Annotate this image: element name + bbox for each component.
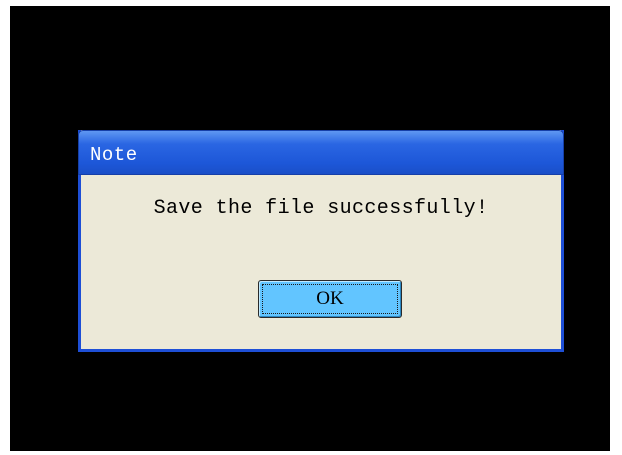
dialog-message: Save the file successfully!	[153, 197, 489, 220]
dialog-title: Note	[90, 144, 138, 166]
screen-background: Note Save the file successfully! OK	[10, 6, 610, 451]
ok-button[interactable]: OK	[258, 280, 402, 318]
note-dialog: Note Save the file successfully! OK	[78, 130, 564, 352]
dialog-title-bar[interactable]: Note	[78, 130, 564, 175]
ok-button-label: OK	[316, 288, 344, 309]
